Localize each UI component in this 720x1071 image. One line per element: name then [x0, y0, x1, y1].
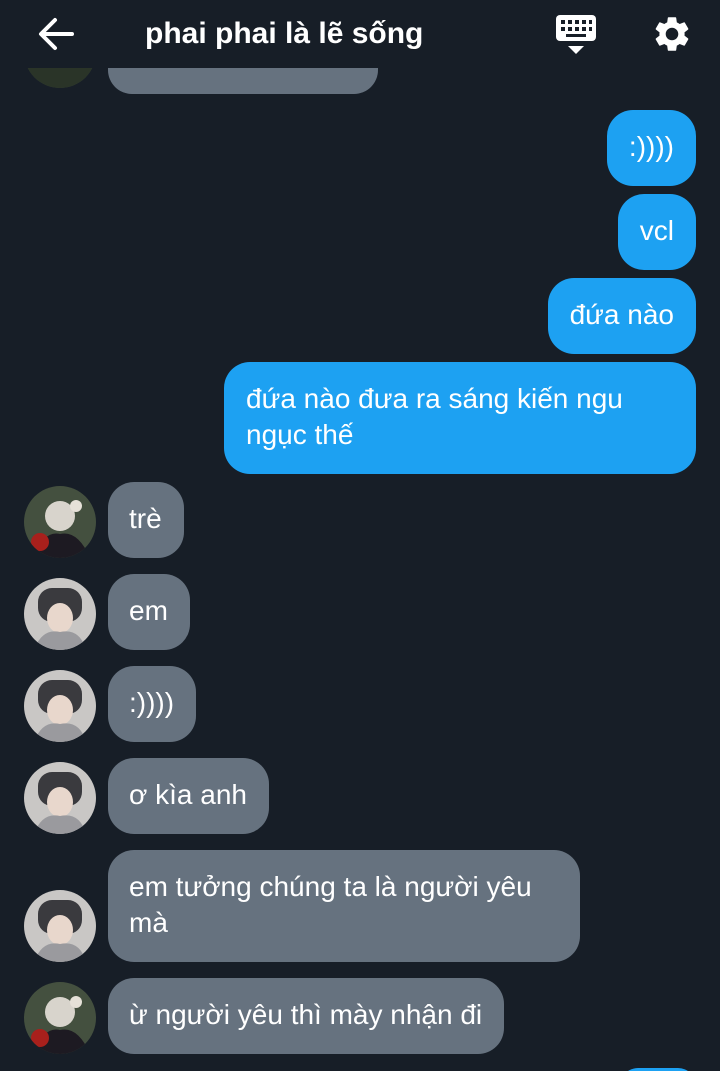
message-bubble-outgoing[interactable]: vcl: [617, 194, 696, 270]
chat-screen: phai phai là lẽ sống:)))) vcl đứa nào đ…: [0, 0, 720, 1071]
avatar-image: [24, 486, 96, 558]
message-bubble-outgoing[interactable]: đứa nào đưa ra sáng kiến ngu ngục thế: [224, 362, 696, 474]
avatar-image: [24, 890, 96, 962]
message-bubble-incoming[interactable]: trè: [108, 482, 184, 558]
message-bubble-incoming[interactable]: em tưởng chúng ta là người yêu mà: [108, 850, 580, 962]
avatar-image: [24, 578, 96, 650]
back-button[interactable]: [32, 12, 80, 56]
message-text: ừ người yêu thì mày nhận đi: [129, 999, 483, 1030]
avatar[interactable]: [24, 486, 96, 558]
avatar-image: [24, 762, 96, 834]
message-text: ơ kìa anh: [129, 779, 247, 810]
avatar[interactable]: [24, 890, 96, 962]
keyboard-icon: [556, 15, 596, 54]
top-bar: phai phai là lẽ sống: [0, 0, 720, 68]
avatar[interactable]: [24, 670, 96, 742]
message-bubble-outgoing[interactable]: :)))): [606, 110, 696, 186]
avatar-image: [24, 982, 96, 1054]
message-text: vcl: [639, 215, 674, 246]
message-bubble-outgoing[interactable]: đứa nào: [547, 278, 696, 354]
message-bubble-incoming[interactable]: em: [108, 574, 190, 650]
keyboard-button[interactable]: [548, 12, 604, 58]
message-list[interactable]: :)))) vcl đứa nào đứa nào đưa ra sáng ki…: [0, 16, 720, 1071]
gear-icon: [655, 17, 689, 51]
avatar[interactable]: [24, 982, 96, 1054]
message-bubble-incoming[interactable]: :)))): [108, 666, 197, 742]
message-text: :)))): [129, 687, 175, 718]
arrow-left-icon: [39, 18, 74, 50]
message-text: đứa nào đưa ra sáng kiến ngu ngục thế: [246, 383, 623, 450]
message-text: :)))): [628, 131, 674, 162]
settings-button[interactable]: [648, 10, 696, 58]
avatar[interactable]: [24, 762, 96, 834]
message-bubble-incoming[interactable]: ơ kìa anh: [108, 758, 269, 834]
message-bubble-incoming[interactable]: ừ người yêu thì mày nhận đi: [108, 978, 505, 1054]
message-text: đứa nào: [569, 299, 674, 330]
message-text: em: [129, 595, 168, 626]
message-text: trè: [129, 503, 162, 534]
avatar[interactable]: [24, 578, 96, 650]
avatar-image: [24, 670, 96, 742]
chat-title: phai phai là lẽ sống: [145, 17, 424, 50]
message-text: em tưởng chúng ta là người yêu mà: [129, 871, 532, 938]
